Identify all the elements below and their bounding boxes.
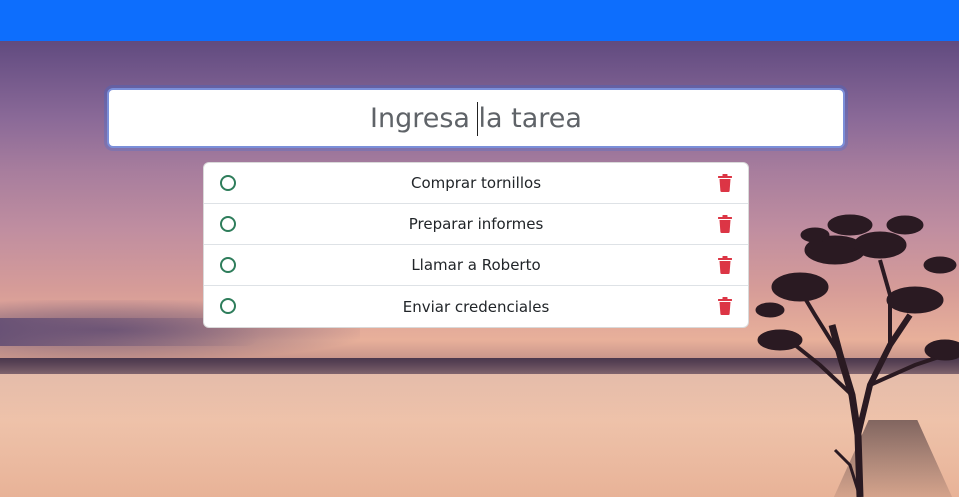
task-label: Comprar tornillos	[410, 174, 542, 192]
task-label: Preparar informes	[408, 215, 544, 233]
trash-icon[interactable]	[717, 256, 733, 274]
task-item: Enviar credenciales	[204, 286, 748, 327]
circle-outline-icon[interactable]	[220, 298, 236, 314]
circle-outline-icon[interactable]	[220, 216, 236, 232]
trash-icon[interactable]	[717, 297, 733, 315]
background-tree-image	[755, 214, 959, 497]
task-label: Llamar a Roberto	[411, 256, 541, 274]
text-caret	[477, 102, 478, 136]
trash-icon[interactable]	[717, 215, 733, 233]
task-input-container	[107, 88, 845, 148]
top-navbar	[0, 0, 959, 41]
task-input[interactable]	[109, 90, 843, 146]
task-label: Enviar credenciales	[402, 297, 550, 316]
task-item: Preparar informes	[204, 204, 748, 245]
task-list: Comprar tornillos Preparar informes Llam…	[203, 162, 749, 328]
task-item: Comprar tornillos	[204, 163, 748, 204]
circle-outline-icon[interactable]	[220, 175, 236, 191]
app-page: Comprar tornillos Preparar informes Llam…	[0, 0, 959, 497]
circle-outline-icon[interactable]	[220, 257, 236, 273]
trash-icon[interactable]	[717, 174, 733, 192]
task-item: Llamar a Roberto	[204, 245, 748, 286]
